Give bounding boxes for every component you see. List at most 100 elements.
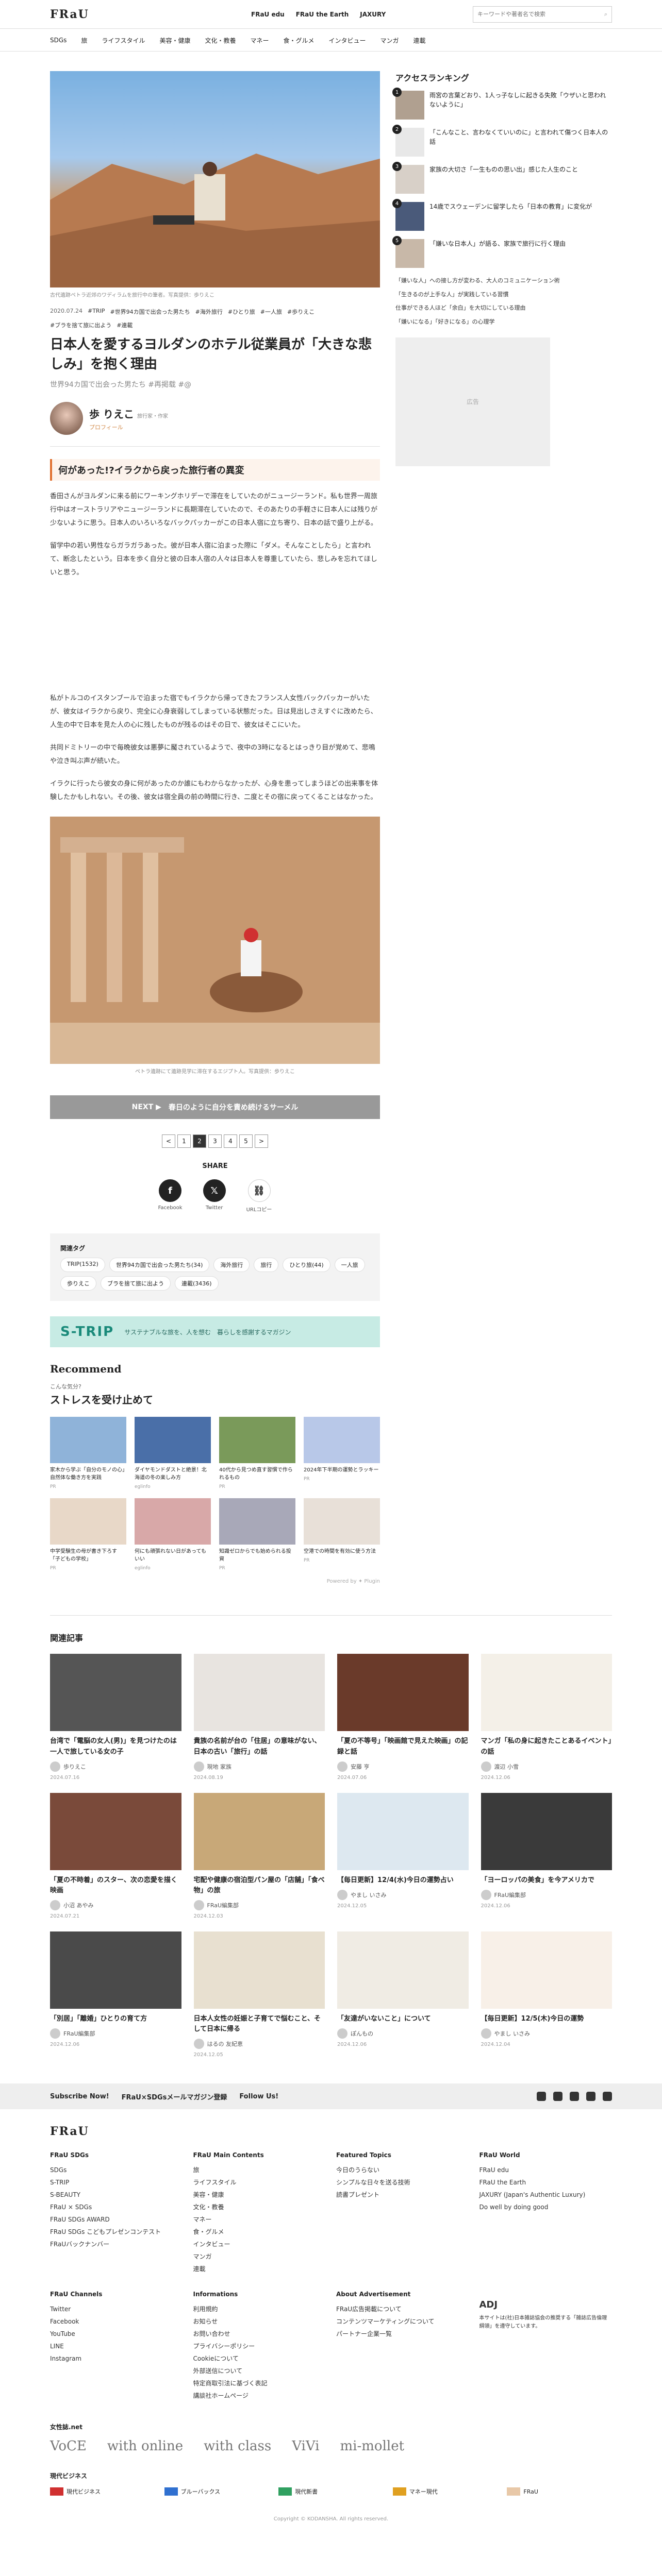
- ranking-item[interactable]: 2 「こんなこと、言わなくていいのに」と言われて傷つく日本人の話: [392, 125, 612, 157]
- footer-link[interactable]: FRaU広告掲載について: [336, 2303, 469, 2315]
- footer-link[interactable]: Facebook: [50, 2315, 183, 2328]
- related-card[interactable]: 日本人女性の妊娠と子育てで悩むこと、そして日本に帰る はるの 友紀恵 2024.12…: [193, 1931, 325, 2058]
- pager-3[interactable]: 3: [208, 1134, 222, 1148]
- tag-chip[interactable]: 歩りえこ: [60, 1276, 96, 1291]
- tag-chip[interactable]: TRIP(1532): [60, 1258, 105, 1273]
- footer-link[interactable]: FRaU edu: [479, 2164, 613, 2176]
- footer-link[interactable]: マネー: [193, 2213, 326, 2226]
- ranking-item[interactable]: 1 雨宮の言葉どおり、1人っ子なしに起きる失敗「ウザいと思われないように」: [392, 88, 612, 120]
- meta-tag[interactable]: #連載: [117, 321, 133, 329]
- recommend-card[interactable]: ダイヤモンドダストと絶景！北海道の冬の楽しみ方 eglinfo: [135, 1417, 211, 1490]
- footer-link[interactable]: パートナー企業一覧: [336, 2328, 469, 2340]
- nav-culture[interactable]: 文化・教養: [205, 36, 236, 45]
- ranking-item[interactable]: 3 家族の大切さ「一生ものの思い出」感じた人生のこと: [392, 162, 612, 194]
- footer-link[interactable]: 食・グルメ: [193, 2226, 326, 2238]
- partner-logo[interactable]: VoCE: [50, 2438, 87, 2454]
- footer-link[interactable]: FRaU SDGs こどもプレゼンコンテスト: [50, 2226, 183, 2238]
- share-url[interactable]: ⛓ URLコピー: [246, 1179, 272, 1213]
- recommend-card[interactable]: 空港での時間を有効に使う方法 PR: [304, 1498, 380, 1571]
- tag-chip[interactable]: ブラを捨て旅に出よう: [101, 1276, 171, 1291]
- footer-link[interactable]: Twitter: [50, 2303, 183, 2315]
- facebook-icon[interactable]: [553, 2092, 562, 2102]
- twitter-icon[interactable]: [537, 2092, 546, 2102]
- strip-banner[interactable]: S-TRIP サステナブルな旅を、人を想む 暮らしを感謝するマガジン: [50, 1316, 380, 1348]
- footer-link[interactable]: S-BEAUTY: [50, 2189, 183, 2201]
- recommend-card[interactable]: 40代から見つめ直す習慣で作られるもの PR: [219, 1417, 295, 1490]
- footer-link[interactable]: 外部送信について: [193, 2365, 326, 2377]
- footer-link[interactable]: マンガ: [193, 2250, 326, 2263]
- meta-tag[interactable]: #ブラを捨て旅に出よう: [50, 321, 111, 329]
- footer-link[interactable]: お問い合わせ: [193, 2328, 326, 2340]
- nav-manga[interactable]: マンガ: [380, 36, 399, 45]
- nav-sdgs[interactable]: SDGs: [50, 37, 67, 44]
- related-card[interactable]: 貴族の名前が台の「住居」の意味がない、日本の古い「旅行」の話 現地 家族 2024.…: [193, 1654, 325, 1781]
- footer-link[interactable]: Cookieについて: [193, 2352, 326, 2365]
- tag-chip[interactable]: 連載(3436): [175, 1276, 219, 1291]
- line-icon[interactable]: [586, 2092, 595, 2102]
- tag-chip[interactable]: 海外旅行: [213, 1258, 250, 1273]
- footer-link[interactable]: 今日のうらない: [336, 2164, 469, 2176]
- ranking-item[interactable]: 5 「嫌いな日本人」が語る、家族で旅行に行く理由: [392, 236, 612, 268]
- sidebar-ad[interactable]: 広告: [395, 337, 550, 466]
- top-link-edu[interactable]: FRaU edu: [251, 11, 285, 18]
- ranking-small[interactable]: 仕事ができる人ほど「余白」を大切にしている理由: [395, 303, 612, 313]
- gm-link[interactable]: 現代ビジネス: [50, 2487, 155, 2496]
- footer-link[interactable]: 講談社ホームページ: [193, 2389, 326, 2402]
- search-icon[interactable]: ⌕: [604, 11, 607, 18]
- footer-link[interactable]: 読書プレゼント: [336, 2189, 469, 2201]
- author-name[interactable]: 歩 りえこ: [89, 408, 134, 420]
- pager-2[interactable]: 2: [193, 1134, 206, 1148]
- related-card[interactable]: 「夏の不時着」のスター、次の恋愛を描く映画 小沼 あやみ 2024.07.21: [50, 1792, 181, 1919]
- nav-beauty[interactable]: 美容・健康: [159, 36, 190, 45]
- recommend-card[interactable]: 2024年下半期の運勢とラッキー PR: [304, 1417, 380, 1490]
- footer-link[interactable]: YouTube: [50, 2328, 183, 2340]
- gm-link[interactable]: マネー現代: [392, 2487, 498, 2496]
- youtube-icon[interactable]: [570, 2092, 579, 2102]
- related-card[interactable]: 【毎日更新】12/5(木)今日の運勢 やまし いさみ 2024.12.04: [481, 1931, 612, 2058]
- site-logo[interactable]: FRaU: [50, 8, 117, 21]
- pager-next[interactable]: >: [255, 1134, 268, 1148]
- meta-tag[interactable]: #世界94カ国で出会った男たち: [110, 308, 190, 316]
- footer-link[interactable]: 美容・健康: [193, 2189, 326, 2201]
- partner-logo[interactable]: mi-mollet: [340, 2438, 405, 2454]
- footer-link[interactable]: 連載: [193, 2263, 326, 2275]
- footer-link[interactable]: プライバシーポリシー: [193, 2340, 326, 2352]
- recommend-card[interactable]: 何にも頑張れない日があってもいい eglinfo: [135, 1498, 211, 1571]
- footer-link[interactable]: 文化・教養: [193, 2201, 326, 2213]
- footer-link[interactable]: FRaU × SDGs: [50, 2201, 183, 2213]
- pager-prev[interactable]: <: [162, 1134, 175, 1148]
- top-link-earth[interactable]: FRaU the Earth: [296, 11, 349, 18]
- gm-link[interactable]: FRaU: [507, 2487, 612, 2496]
- pager-4[interactable]: 4: [224, 1134, 237, 1148]
- footer-link[interactable]: 旅: [193, 2164, 326, 2176]
- footer-link[interactable]: Instagram: [50, 2352, 183, 2365]
- instagram-icon[interactable]: [603, 2092, 612, 2102]
- tag-chip[interactable]: ひとり旅(44): [283, 1258, 330, 1273]
- author-profile-link[interactable]: プロフィール: [89, 423, 168, 431]
- nav-travel[interactable]: 旅: [81, 36, 87, 45]
- recommend-card[interactable]: 知識ゼロからでも始められる投資 PR: [219, 1498, 295, 1571]
- footer-link[interactable]: FRaU SDGs AWARD: [50, 2213, 183, 2226]
- footer-link[interactable]: LINE: [50, 2340, 183, 2352]
- gm-link[interactable]: ブルーバックス: [164, 2487, 270, 2496]
- partner-logo[interactable]: with online: [107, 2438, 183, 2454]
- next-page-button[interactable]: NEXT ▶ 春日のように自分を責め続けるサーメル: [50, 1095, 380, 1120]
- top-link-jaxury[interactable]: JAXURY: [360, 11, 386, 18]
- recommend-card[interactable]: 家木から学ぶ「自分のモノの心」自然体な働き方を実践 PR: [50, 1417, 126, 1490]
- footer-link[interactable]: 特定商取引法に基づく表記: [193, 2377, 326, 2389]
- tag-chip[interactable]: 世界94カ国で出会った男たち(34): [109, 1258, 210, 1273]
- meta-tag[interactable]: #歩りえこ: [287, 308, 315, 316]
- related-card[interactable]: マンガ「私の身に起きたことあるイベント」の話 渡辺 小雪 2024.12.06: [481, 1654, 612, 1781]
- nav-lifestyle[interactable]: ライフスタイル: [102, 36, 145, 45]
- footer-link[interactable]: JAXURY (Japan's Authentic Luxury): [479, 2189, 613, 2201]
- footer-link[interactable]: インタビュー: [193, 2238, 326, 2250]
- recommend-card[interactable]: 中学受験生の母が書き下ろす「子どもの学校」 PR: [50, 1498, 126, 1571]
- footer-link[interactable]: 利用規約: [193, 2303, 326, 2315]
- ranking-item[interactable]: 4 14歳でスウェーデンに留学したら「日本の教育」に変化が: [392, 199, 612, 231]
- footer-link[interactable]: コンテンツマーケティングについて: [336, 2315, 469, 2328]
- search-input[interactable]: [477, 11, 604, 18]
- partner-logo[interactable]: with class: [204, 2438, 271, 2454]
- footer-link[interactable]: S-TRIP: [50, 2176, 183, 2189]
- related-card[interactable]: 【毎日更新】12/4(水)今日の運勢占い やまし いさみ 2024.12.05: [337, 1792, 469, 1919]
- partner-logo[interactable]: ViVi: [292, 2438, 319, 2454]
